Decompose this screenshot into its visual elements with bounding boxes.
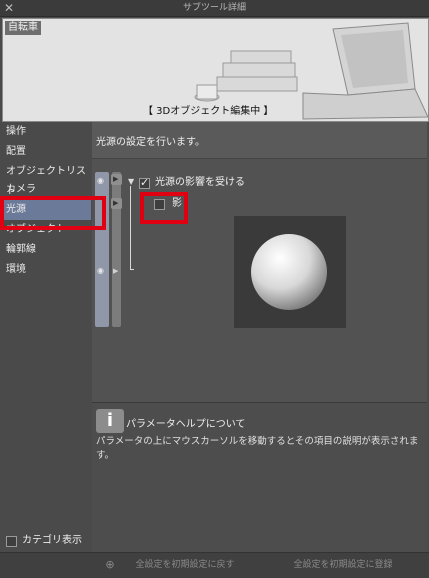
register-defaults-button[interactable]: 全設定を初期設定に登録 <box>258 553 428 577</box>
expand-arrow-icon[interactable]: ▶ <box>113 264 118 278</box>
preview-area: 自転車 【 3Dオブジェクト編集中 】 <box>2 18 429 122</box>
title-bar: ✕ サブツール詳細 <box>0 0 429 17</box>
expand-toggle-light[interactable]: ▶ <box>111 174 122 185</box>
collapse-arrow-icon[interactable]: ▼ <box>128 175 134 189</box>
reset-icon[interactable]: ⊕ <box>100 553 120 577</box>
category-display-label: カテゴリ表示 <box>22 535 82 546</box>
sidebar-item-object-list[interactable]: オブジェクトリスト <box>2 162 91 197</box>
sidebar-item-placement[interactable]: 配置 <box>2 142 91 162</box>
light-affect-label: 光源の影響を受ける <box>155 177 245 188</box>
light-affect-checkbox[interactable] <box>139 176 150 189</box>
light-direction-preview[interactable] <box>234 216 346 328</box>
parameter-help: i パラメータヘルプについて パラメータの上にマウスカーソルを移動するとその項目… <box>92 402 427 553</box>
sidebar-item-operation[interactable]: 操作 <box>2 122 91 142</box>
object-name: 自転車 <box>5 21 41 35</box>
panel-description: 光源の設定を行います。 <box>92 122 427 159</box>
sidebar-item-environment[interactable]: 環境 <box>2 260 91 280</box>
eye-icon[interactable]: ◉ <box>97 174 104 188</box>
edit-status: 【 3Dオブジェクト編集中 】 <box>143 106 274 117</box>
tree-line-end <box>130 269 134 270</box>
highlight-light-source <box>0 196 106 230</box>
help-body: パラメータの上にマウスカーソルを移動するとその項目の説明が表示されます。 <box>96 436 419 461</box>
tree-line <box>130 186 131 270</box>
help-title: パラメータヘルプについて <box>126 419 246 430</box>
light-sphere[interactable] <box>234 216 346 328</box>
panel-description-text: 光源の設定を行います。 <box>96 137 205 148</box>
category-display-checkbox[interactable] <box>6 536 17 547</box>
window-title: サブツール詳細 <box>182 3 246 13</box>
expand-toggle-shadow[interactable]: ▶ <box>111 198 122 209</box>
eye-icon-lower[interactable]: ◉ <box>97 264 104 278</box>
bottom-bar: ⊕ 全設定を初期設定に戻す 全設定を初期設定に登録 <box>0 552 429 578</box>
reset-defaults-button[interactable]: 全設定を初期設定に戻す <box>120 553 250 577</box>
highlight-shadow <box>140 192 188 224</box>
info-icon: i <box>96 409 124 433</box>
toggle-track[interactable] <box>112 172 121 327</box>
category-sidebar: 操作 配置 オブジェクトリスト カメラ 光源 オブジェクト 輪郭線 環境 カテゴ… <box>2 122 91 552</box>
sidebar-item-outline[interactable]: 輪郭線 <box>2 240 91 260</box>
